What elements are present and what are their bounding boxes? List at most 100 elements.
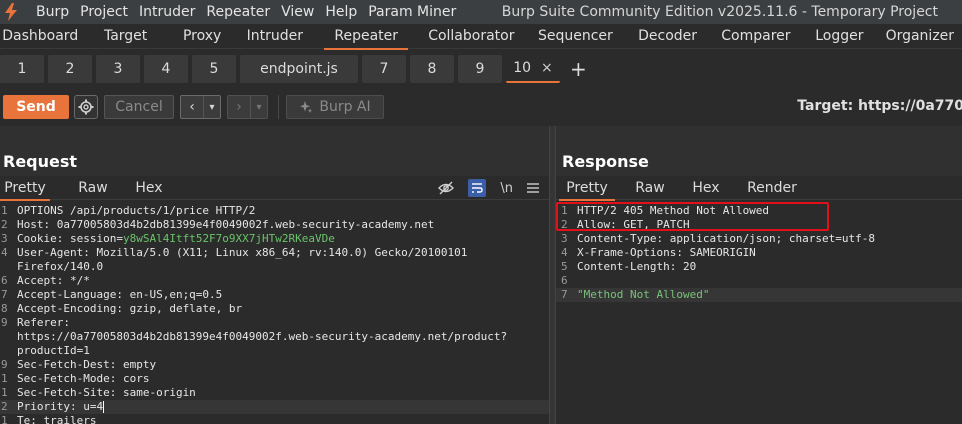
code-line: 3 Cookie: session=y8wSAl4Itft52F7o9XX7jHT… <box>0 232 549 246</box>
tab-organizer[interactable]: Organizer <box>878 25 962 49</box>
tab-collaborator[interactable]: Collaborator <box>416 25 526 49</box>
newline-toggle[interactable]: \n <box>500 179 513 197</box>
repeater-tab-8[interactable]: 8 <box>410 55 454 83</box>
add-tab-icon[interactable]: + <box>570 55 587 83</box>
repeater-tab-5[interactable]: 5 <box>192 55 236 83</box>
repeater-tab-3[interactable]: 3 <box>96 55 140 83</box>
request-editor[interactable]: 1 OPTIONS /api/products/1/price HTTP/2 2H… <box>0 204 549 424</box>
repeater-tab-7[interactable]: 7 <box>362 55 406 83</box>
repeater-tab-9[interactable]: 9 <box>458 55 502 83</box>
repeater-tabs: 1 2 3 4 5 endpoint.js 7 8 9 10 × + <box>0 54 962 84</box>
code-text: X-Frame-Options: SAMEORIGIN <box>577 246 756 259</box>
tab-target[interactable]: Target <box>80 25 170 49</box>
code-text: Cookie: session=y8wSAl4Itft52F7o9XX7jHTw… <box>13 232 335 246</box>
burp-ai-label: Burp AI <box>319 99 371 115</box>
tab-pretty[interactable]: Pretty <box>0 178 50 201</box>
code-line: 1 OPTIONS /api/products/1/price HTTP/2 <box>0 204 549 218</box>
tab-dashboard[interactable]: Dashboard <box>0 25 80 49</box>
target-label[interactable]: Target: https://0a770 <box>797 98 962 114</box>
tab-comparer[interactable]: Comparer <box>711 25 801 49</box>
tab-sequencer[interactable]: Sequencer <box>526 25 624 49</box>
hide-eye-icon[interactable] <box>438 179 455 197</box>
tab-hex[interactable]: Hex <box>686 178 726 200</box>
line-number: 3 <box>561 232 568 245</box>
json-body: "Method Not Allowed" <box>577 288 710 301</box>
back-navigation: ‹ ▾ <box>180 95 221 119</box>
code-text: productId=1 <box>17 344 90 357</box>
repeater-tab-label: 4 <box>161 61 171 77</box>
code-line-current: 7 "Method Not Allowed" <box>556 288 962 302</box>
menu-help[interactable]: Help <box>320 4 363 20</box>
repeater-tab-endpoint-js[interactable]: endpoint.js <box>240 55 358 83</box>
tab-repeater[interactable]: Repeater <box>324 25 409 50</box>
code-line: 2 Host: 0a77005803d4b2db81399e4f0049002f.… <box>0 218 549 232</box>
request-title: Request <box>3 152 78 171</box>
cancel-button[interactable]: Cancel <box>104 95 174 119</box>
forward-dropdown-icon[interactable]: ▾ <box>250 96 267 118</box>
panel-splitter[interactable] <box>549 126 556 424</box>
request-editor-tools: \n <box>438 179 539 197</box>
code-line: 9 Referer: <box>0 316 549 330</box>
burp-ai-button[interactable]: Burp AI <box>286 95 384 119</box>
tab-intruder[interactable]: Intruder <box>234 25 316 49</box>
repeater-toolbar: Send Cancel ‹ ▾ › ▾ Burp AI Target: http… <box>0 94 962 120</box>
code-text: Accept-Encoding: gzip, deflate, br <box>17 302 243 315</box>
forward-arrow-icon[interactable]: › <box>228 96 250 118</box>
menu-lines-icon[interactable] <box>527 179 539 197</box>
tab-decoder[interactable]: Decoder <box>624 25 710 49</box>
tab-pretty[interactable]: Pretty <box>559 178 615 201</box>
menu-project[interactable]: Project <box>75 4 134 20</box>
code-text: Firefox/140.0 <box>17 260 104 273</box>
send-button[interactable]: Send <box>3 95 69 119</box>
code-line: 9 Sec-Fetch-Dest: empty <box>0 358 549 372</box>
close-tab-icon[interactable]: × <box>541 60 553 76</box>
code-line: 2 Allow: GET, PATCH <box>556 218 962 232</box>
back-arrow-icon[interactable]: ‹ <box>181 96 203 118</box>
repeater-tab-2[interactable]: 2 <box>48 55 92 83</box>
menu-view[interactable]: View <box>276 4 320 20</box>
line-number: 2 <box>1 218 8 231</box>
code-line: Firefox/140.0 <box>0 260 549 274</box>
sparkle-icon <box>300 101 313 113</box>
line-number: 3 <box>1 232 8 245</box>
line-number: 4 <box>561 246 568 259</box>
menu-param-miner[interactable]: Param Miner <box>363 4 462 20</box>
repeater-tab-label: 3 <box>113 61 123 77</box>
back-dropdown-icon[interactable]: ▾ <box>203 96 220 118</box>
repeater-tab-label: 5 <box>209 61 219 77</box>
tab-logger[interactable]: Logger <box>801 25 878 49</box>
repeater-tab-10[interactable]: 10 × <box>506 55 560 83</box>
code-text: https://0a77005803d4b2db81399e4f0049002f… <box>17 330 508 343</box>
response-header: Response <box>556 126 962 176</box>
code-line: 4 User-Agent: Mozilla/5.0 (X11; Linux x86… <box>0 246 549 260</box>
repeater-tab-4[interactable]: 4 <box>144 55 188 83</box>
menu-intruder[interactable]: Intruder <box>134 4 201 20</box>
line-number: 9 <box>1 358 8 371</box>
text-caret <box>103 401 105 413</box>
main-tabs: Dashboard Target Proxy Intruder Repeater… <box>0 25 962 50</box>
code-text: Accept: */* <box>17 274 90 287</box>
tab-render[interactable]: Render <box>742 178 802 200</box>
line-number: 4 <box>1 246 8 259</box>
response-title: Response <box>562 152 649 171</box>
wrap-lines-icon[interactable] <box>468 179 487 197</box>
line-number <box>0 260 13 274</box>
line-number: 1 <box>1 372 8 385</box>
tab-hex[interactable]: Hex <box>129 178 169 200</box>
request-header: Request <box>0 126 549 176</box>
tab-raw[interactable]: Raw <box>630 178 670 200</box>
line-number: 7 <box>561 288 568 301</box>
tab-raw[interactable]: Raw <box>73 178 113 200</box>
repeater-tab-1[interactable]: 1 <box>0 55 44 83</box>
code-text: Content-Type: application/json; charset=… <box>577 232 876 245</box>
code-text: Content-Length: 20 <box>577 260 697 273</box>
tab-proxy[interactable]: Proxy <box>171 25 234 49</box>
line-number: 1 <box>561 204 568 217</box>
menu-burp[interactable]: Burp <box>31 4 75 20</box>
response-editor[interactable]: 1 HTTP/2 405 Method Not Allowed 2 Allow: G… <box>556 204 962 302</box>
allow-header: Allow: GET, PATCH <box>577 218 690 231</box>
gear-icon[interactable] <box>74 95 98 119</box>
menu-repeater[interactable]: Repeater <box>201 4 276 20</box>
repeater-tab-label: 1 <box>17 61 27 77</box>
